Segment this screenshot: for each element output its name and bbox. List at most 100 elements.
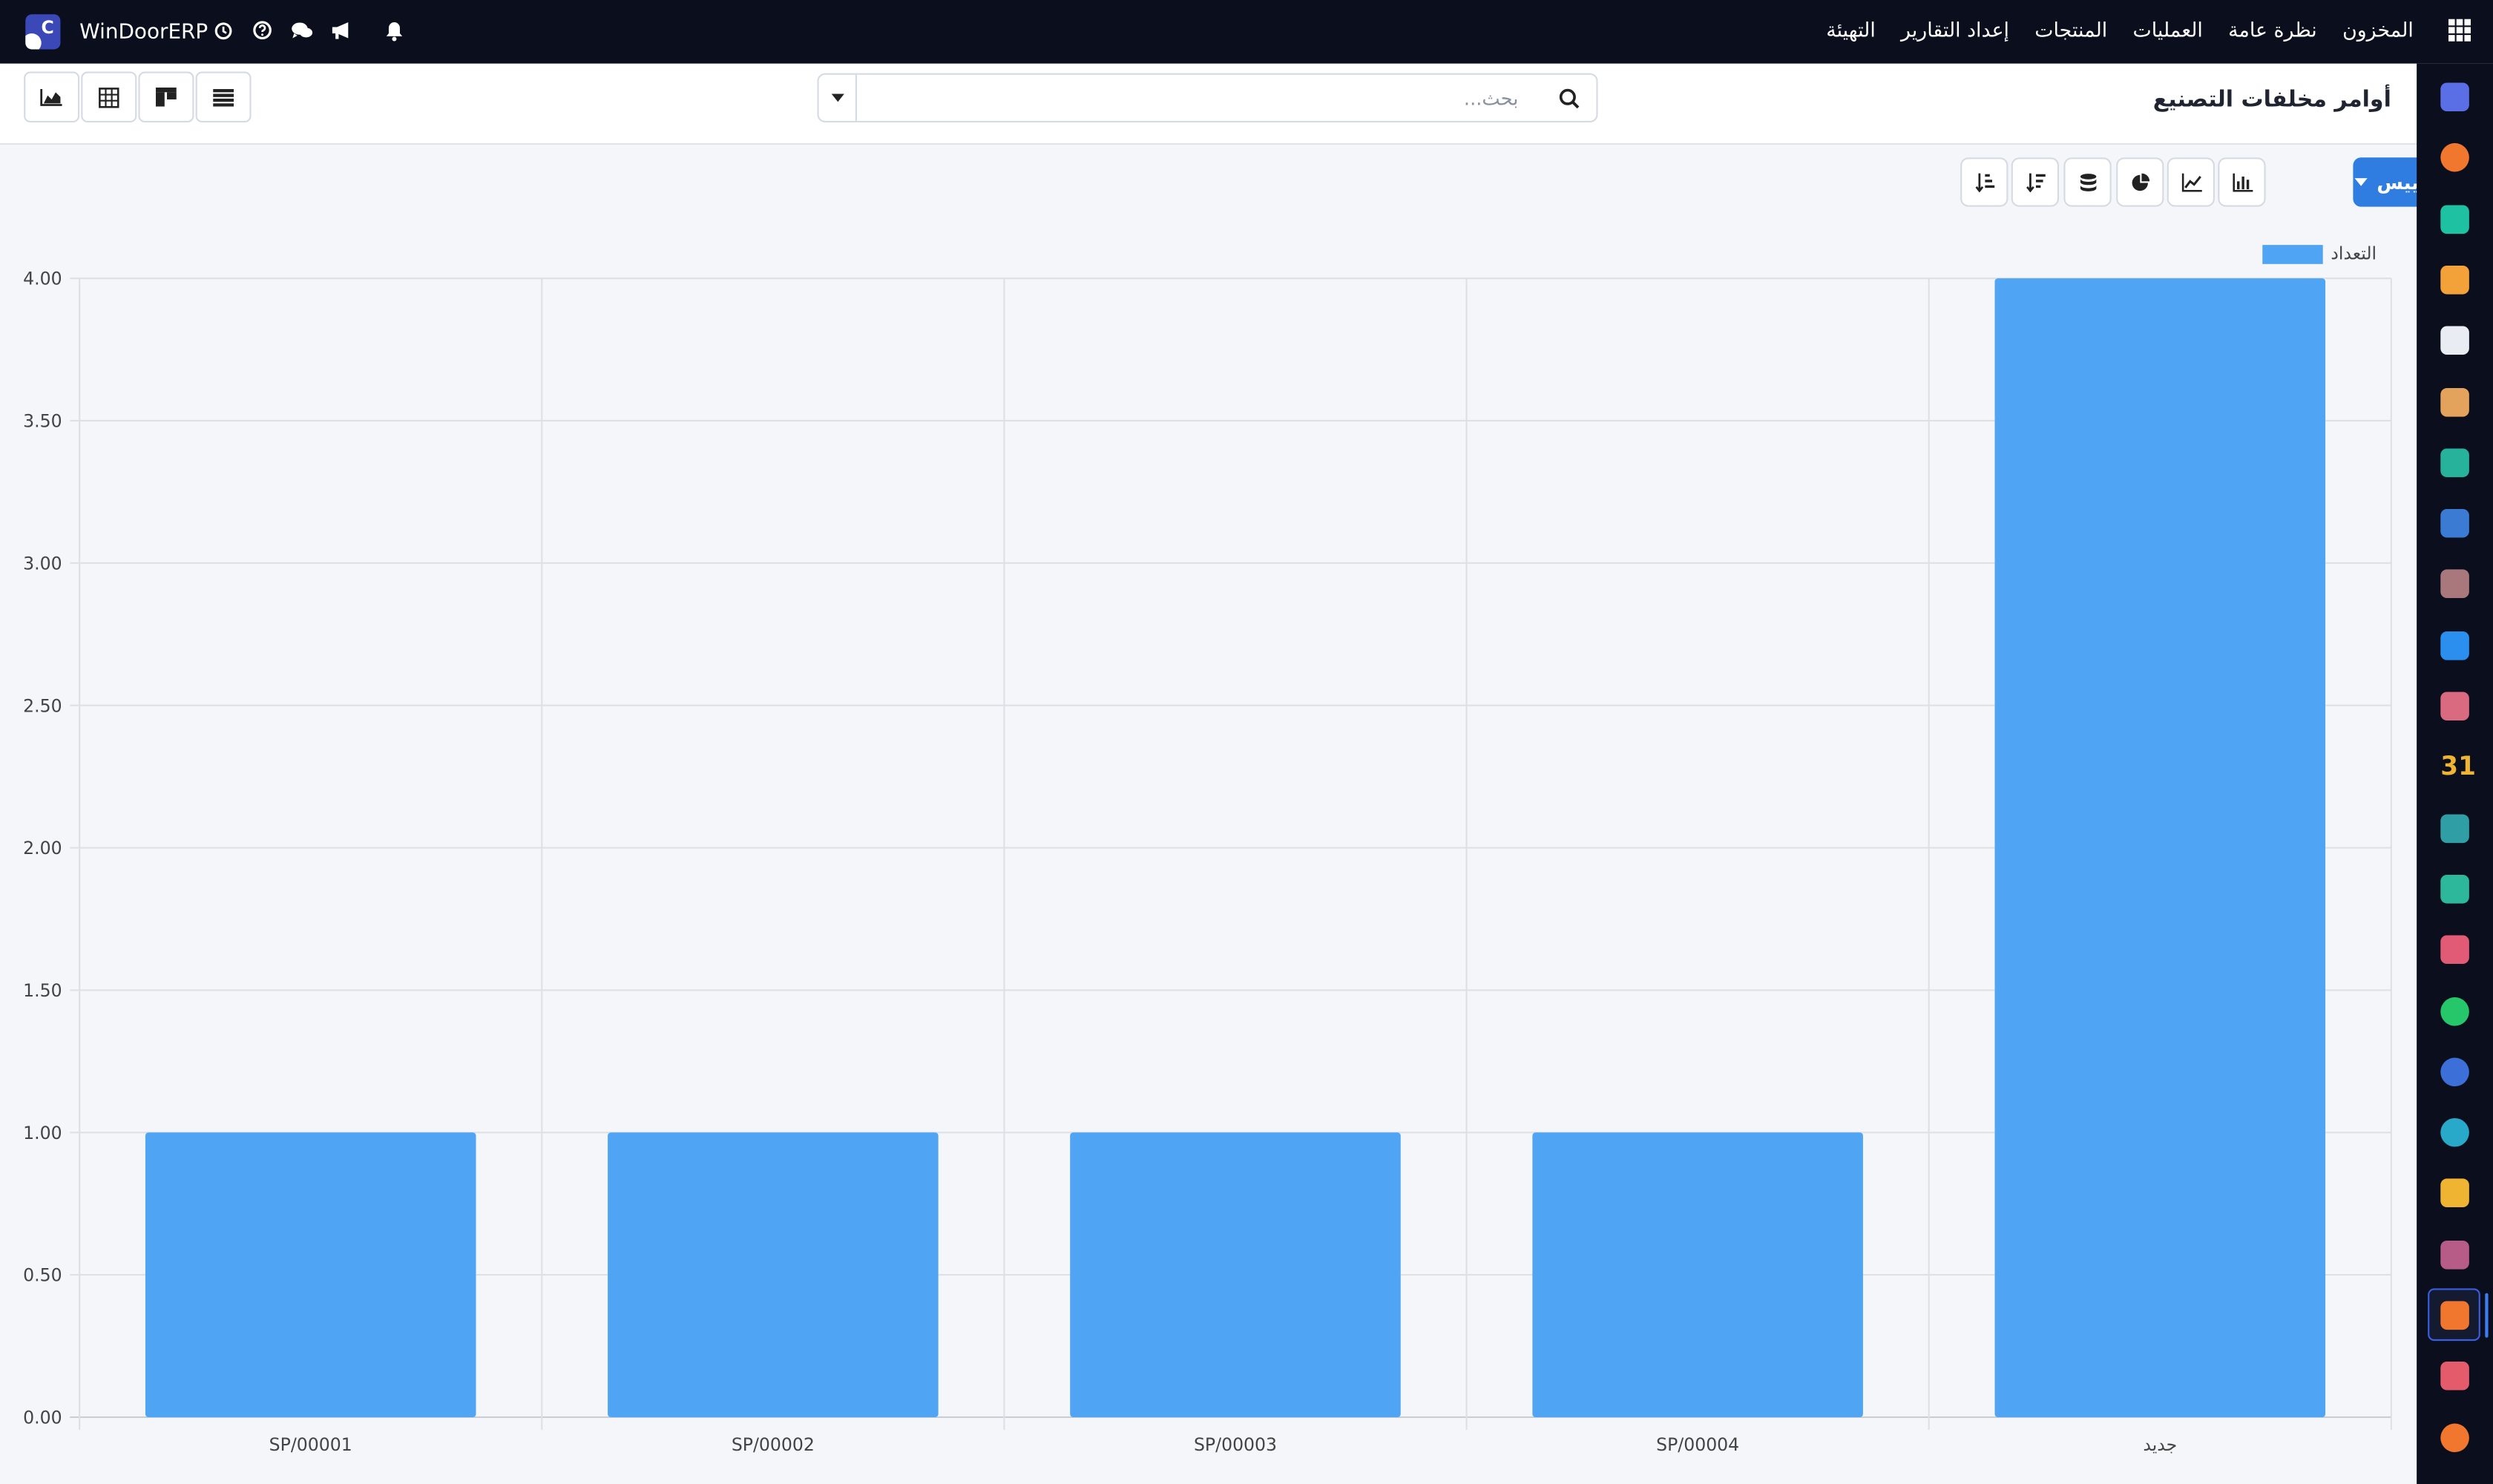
- list-icon: [213, 88, 234, 106]
- line-chart-icon: [2181, 172, 2201, 191]
- stacked-button[interactable]: [2063, 157, 2112, 207]
- bar-chart-button[interactable]: [2218, 157, 2266, 207]
- chart-bar[interactable]: [1994, 278, 2326, 1417]
- view-switcher: [24, 71, 253, 123]
- menu-operations[interactable]: العمليات: [2133, 18, 2203, 42]
- y-tick-label: 3.50: [23, 411, 62, 432]
- menu-configuration[interactable]: التهيئة: [1826, 18, 1876, 42]
- apps-sidebar: 31: [2417, 63, 2493, 1484]
- contacts-icon: [2440, 387, 2469, 416]
- y-tick-label: 1.00: [23, 1123, 62, 1143]
- sort-descending-button[interactable]: [2011, 157, 2059, 207]
- y-tick-label: 3.00: [23, 553, 62, 574]
- sidebar-app-timesheet[interactable]: [2436, 1053, 2474, 1091]
- systray: [211, 19, 405, 42]
- chat-icon[interactable]: [291, 19, 313, 42]
- sidebar-app-telegram[interactable]: [2436, 1175, 2474, 1212]
- brand-name: WinDoorERP: [79, 19, 208, 44]
- invoicing-icon: [2440, 631, 2469, 660]
- mrp-icon: [2440, 82, 2469, 112]
- website-icon: [2440, 1118, 2469, 1147]
- company-logo: C: [25, 14, 61, 50]
- main-menu: المخزون نظرة عامة العمليات المنتجات إعدا…: [1826, 18, 2471, 42]
- sidebar-app-repair[interactable]: [2436, 1418, 2474, 1456]
- database-stack-icon: [2079, 173, 2096, 191]
- sort-desc-icon: [2025, 173, 2045, 193]
- repair-icon: [2440, 1422, 2469, 1452]
- app-window: C WinDoorERP المخزون نظرة عامة العمليات …: [0, 0, 2493, 1484]
- x-tick-label: SP/00001: [269, 1434, 352, 1455]
- manufacturing-icon: [2440, 1300, 2469, 1329]
- line-chart-button[interactable]: [2167, 157, 2215, 207]
- view-graph-button[interactable]: [24, 71, 80, 123]
- pie-chart-icon: [2132, 172, 2150, 191]
- brand[interactable]: C WinDoorERP: [25, 14, 208, 50]
- menu-reporting[interactable]: إعداد التقارير: [1901, 18, 2009, 42]
- sidebar-app-calendar[interactable]: 31: [2436, 748, 2476, 786]
- sidebar-app-tasks[interactable]: [2436, 444, 2474, 482]
- bell-icon[interactable]: [383, 19, 405, 42]
- control-panel: أوامر مخلفات التصنيع: [0, 63, 2417, 145]
- menu-overview[interactable]: نظرة عامة: [2228, 18, 2317, 42]
- top-navbar: C WinDoorERP المخزون نظرة عامة العمليات …: [0, 0, 2493, 64]
- chart-bar[interactable]: [1070, 1132, 1401, 1417]
- sidebar-app-sign[interactable]: [2436, 809, 2474, 847]
- help-icon[interactable]: [252, 19, 274, 42]
- menu-app-inventory[interactable]: المخزون: [2342, 18, 2414, 42]
- package-icon: [2440, 570, 2469, 599]
- pie-chart-button[interactable]: [2116, 157, 2164, 207]
- y-tick-label: 1.50: [23, 980, 62, 1001]
- sidebar-app-inventory-box[interactable]: [2436, 321, 2474, 359]
- sidebar-app-accounting[interactable]: [2436, 1235, 2474, 1273]
- contact-card-icon: [2440, 874, 2469, 904]
- megaphone-icon[interactable]: [331, 19, 353, 42]
- accounting-icon: [2440, 1240, 2469, 1269]
- sidebar-app-knowledge[interactable]: [2436, 505, 2474, 542]
- clock-icon[interactable]: [211, 19, 234, 42]
- timesheet-icon: [2440, 1057, 2469, 1086]
- reporting-icon: [2440, 265, 2469, 295]
- sidebar-app-invoicing[interactable]: [2436, 626, 2474, 664]
- chart-bar[interactable]: [1532, 1132, 1863, 1417]
- view-list-button[interactable]: [195, 71, 252, 123]
- search-input[interactable]: [863, 81, 1519, 115]
- sidebar-app-manufacturing[interactable]: [2428, 1288, 2489, 1342]
- y-tick-label: 2.50: [23, 695, 62, 716]
- search-options-toggle[interactable]: [819, 74, 857, 121]
- sidebar-app-employees[interactable]: [2436, 687, 2474, 725]
- sidebar-app-website[interactable]: [2436, 1114, 2474, 1152]
- dashboard-icon: [2440, 935, 2469, 965]
- search-icon[interactable]: [1558, 86, 1580, 116]
- x-tick-label: جديد: [2143, 1434, 2177, 1455]
- bar-chart-icon: [2232, 172, 2253, 191]
- sidebar-app-discuss[interactable]: [2436, 139, 2474, 177]
- table-grid-icon: [99, 87, 119, 108]
- employees-icon: [2440, 692, 2469, 721]
- x-tick-label: SP/00004: [1656, 1434, 1739, 1455]
- x-tick-label: SP/00002: [732, 1434, 815, 1455]
- sort-ascending-button[interactable]: [1960, 157, 2008, 207]
- y-tick-label: 0.00: [23, 1408, 62, 1428]
- sidebar-app-sales[interactable]: [2436, 200, 2474, 237]
- caret-down-icon: [2354, 178, 2368, 186]
- app-grid-icon[interactable]: [2448, 18, 2471, 41]
- chart-bar[interactable]: [145, 1132, 476, 1417]
- calendar-icon: 31: [2440, 751, 2476, 782]
- sidebar-app-whatsapp[interactable]: [2436, 992, 2474, 1030]
- chart-bar[interactable]: [608, 1132, 939, 1417]
- sidebar-app-package[interactable]: [2436, 565, 2474, 603]
- sidebar-app-contacts[interactable]: [2436, 383, 2474, 421]
- sidebar-app-dashboard[interactable]: [2436, 930, 2474, 968]
- sales-icon: [2440, 204, 2469, 234]
- piechart-app-icon: [2440, 1362, 2469, 1391]
- sidebar-app-contact-card[interactable]: [2436, 870, 2474, 907]
- sidebar-app-reporting[interactable]: [2436, 260, 2474, 298]
- sidebar-app-piechart-app[interactable]: [2436, 1357, 2474, 1395]
- view-pivot-button[interactable]: [81, 71, 137, 123]
- x-tick-label: SP/00003: [1194, 1434, 1277, 1455]
- whatsapp-icon: [2440, 996, 2469, 1025]
- view-kanban-button[interactable]: [138, 71, 194, 123]
- sidebar-app-mrp[interactable]: [2436, 78, 2474, 116]
- telegram-icon: [2440, 1179, 2469, 1208]
- menu-products[interactable]: المنتجات: [2034, 18, 2107, 42]
